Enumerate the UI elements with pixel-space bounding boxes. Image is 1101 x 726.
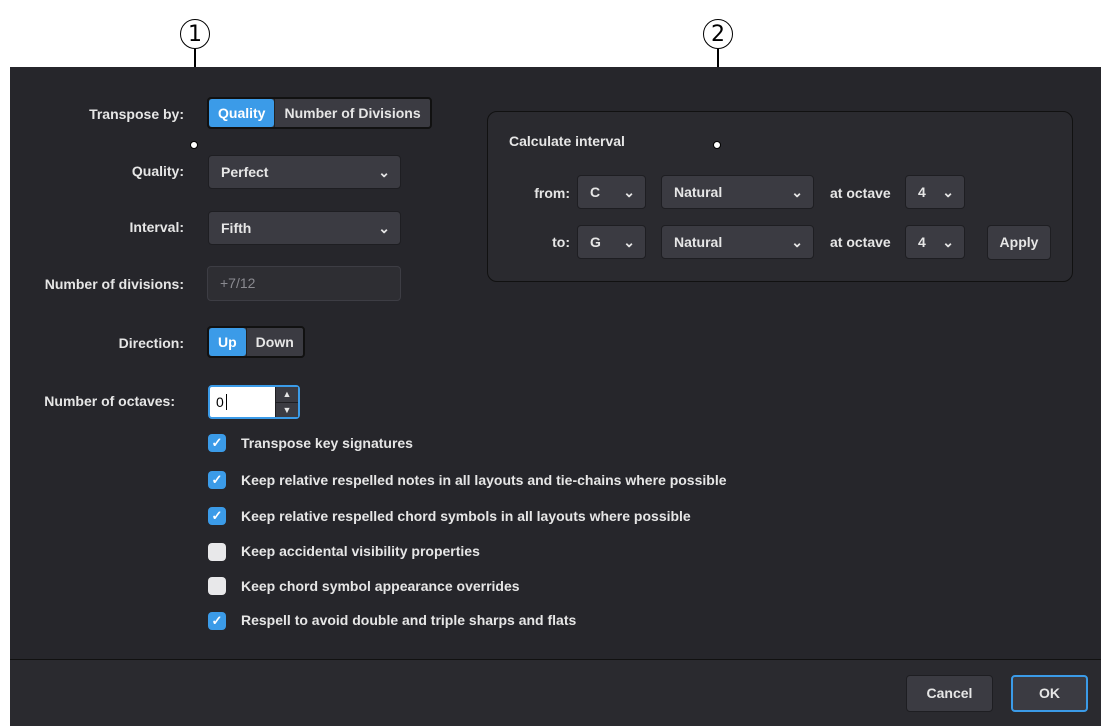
apply-button[interactable]: Apply <box>987 225 1051 260</box>
to-accidental-select[interactable]: Natural ⌄ <box>661 225 814 259</box>
callout-1-anchor <box>190 141 198 149</box>
checkbox-label: Transpose key signatures <box>241 435 413 451</box>
cancel-button[interactable]: Cancel <box>906 675 993 712</box>
keep-chord-overrides-checkbox[interactable] <box>208 577 226 595</box>
from-note-value: C <box>590 184 601 200</box>
checkbox-label: Keep accidental visibility properties <box>241 543 480 559</box>
interval-value: Fifth <box>221 220 252 236</box>
to-accidental-value: Natural <box>674 234 723 250</box>
to-octave-label: at octave <box>830 234 891 250</box>
checkbox-label: Respell to avoid double and triple sharp… <box>241 612 577 628</box>
octaves-value[interactable]: 0 <box>216 387 224 417</box>
quality-label: Quality: <box>131 163 184 179</box>
chevron-down-icon: ⌄ <box>378 164 390 180</box>
keep-respelled-chords-checkbox[interactable]: ✓ <box>208 507 226 525</box>
direction-down-option[interactable]: Down <box>245 328 303 356</box>
from-octave-label: at octave <box>830 185 891 201</box>
keep-respelled-notes-checkbox[interactable]: ✓ <box>208 471 226 489</box>
from-octave-select[interactable]: 4 ⌄ <box>905 175 965 209</box>
chevron-down-icon: ⌄ <box>791 234 803 250</box>
chevron-down-icon: ⌄ <box>942 234 954 250</box>
transpose-by-label: Transpose by: <box>89 106 184 122</box>
chevron-down-icon: ⌄ <box>623 234 635 250</box>
divisions-label: Number of divisions: <box>44 276 184 292</box>
direction-toggle: Up Down <box>207 326 305 358</box>
direction-label: Direction: <box>118 335 184 351</box>
text-caret <box>226 394 227 410</box>
from-octave-value: 4 <box>918 184 926 200</box>
to-octave-select[interactable]: 4 ⌄ <box>905 225 965 259</box>
transpose-key-signatures-checkbox[interactable]: ✓ <box>208 434 226 452</box>
quality-value: Perfect <box>221 164 269 180</box>
transpose-by-toggle: Quality Number of Divisions <box>207 97 432 129</box>
chevron-down-icon: ⌄ <box>942 184 954 200</box>
decrement-icon[interactable]: ▼ <box>276 403 298 418</box>
divisions-field: +7/12 <box>207 266 401 301</box>
from-accidental-value: Natural <box>674 184 723 200</box>
interval-select[interactable]: Fifth ⌄ <box>208 211 401 245</box>
ok-button[interactable]: OK <box>1011 675 1088 712</box>
callout-2-anchor <box>713 141 721 149</box>
to-note-select[interactable]: G ⌄ <box>577 225 646 259</box>
chevron-down-icon: ⌄ <box>623 184 635 200</box>
keep-accidental-visibility-checkbox[interactable] <box>208 543 226 561</box>
to-note-value: G <box>590 234 601 250</box>
interval-label: Interval: <box>129 219 184 235</box>
checkbox-label: Keep chord symbol appearance overrides <box>241 578 520 594</box>
to-octave-value: 4 <box>918 234 926 250</box>
octaves-stepper[interactable]: 0 ▲ ▼ <box>208 385 300 419</box>
transpose-by-quality-option[interactable]: Quality <box>209 99 275 127</box>
from-accidental-select[interactable]: Natural ⌄ <box>661 175 814 209</box>
chevron-down-icon: ⌄ <box>378 220 390 236</box>
from-note-select[interactable]: C ⌄ <box>577 175 646 209</box>
quality-select[interactable]: Perfect ⌄ <box>208 155 401 189</box>
to-label: to: <box>552 234 570 250</box>
direction-up-option[interactable]: Up <box>209 328 246 356</box>
increment-icon[interactable]: ▲ <box>276 387 298 403</box>
checkbox-label: Keep relative respelled chord symbols in… <box>241 508 691 524</box>
respell-double-triple-checkbox[interactable]: ✓ <box>208 612 226 630</box>
stepper-buttons: ▲ ▼ <box>275 387 298 417</box>
calculate-interval-title: Calculate interval <box>509 133 625 149</box>
chevron-down-icon: ⌄ <box>791 184 803 200</box>
octaves-label: Number of octaves: <box>44 393 175 409</box>
transpose-by-divisions-option[interactable]: Number of Divisions <box>274 99 429 127</box>
callout-1: 1 <box>180 19 210 49</box>
callout-2: 2 <box>703 19 733 49</box>
checkbox-label: Keep relative respelled notes in all lay… <box>241 472 727 488</box>
from-label: from: <box>534 185 570 201</box>
